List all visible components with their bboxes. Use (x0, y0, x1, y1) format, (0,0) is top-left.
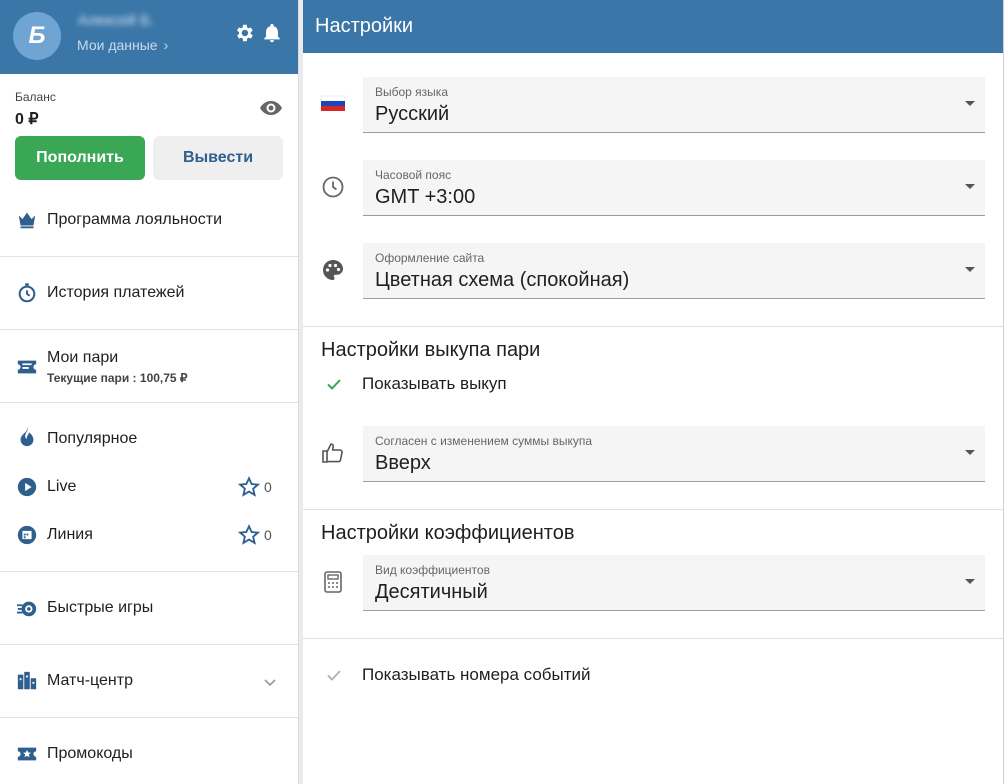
page-title: Настройки (315, 15, 414, 37)
show-cashout-toggle[interactable]: Показывать выкуп (303, 369, 1003, 399)
palette-icon (323, 260, 343, 280)
divider (303, 326, 1003, 327)
sidebar: Б Алексей Б. Мои данные › Баланс 0 ₽ Поп… (0, 0, 299, 784)
theme-label: Оформление сайта (375, 251, 485, 265)
settings-panel: Настройки Выбор языка Русский Часовой по… (303, 0, 1003, 784)
menu-item-fast-games[interactable]: Быстрые игры (0, 588, 298, 628)
dropdown-arrow-icon (965, 267, 975, 272)
odds-type-label: Вид коэффициентов (375, 563, 490, 577)
cashout-change-label: Согласен с изменением суммы выкупа (375, 434, 592, 448)
language-label: Выбор языка (375, 85, 448, 99)
chevron-down-icon[interactable] (262, 674, 278, 690)
stopwatch-icon (18, 283, 36, 303)
bell-icon[interactable] (261, 22, 283, 44)
odds-type-value: Десятичный (375, 581, 488, 603)
my-data-label: Мои данные (77, 37, 158, 53)
balance-value: 0 ₽ (15, 111, 39, 128)
line-favorites-count: 0 (264, 527, 272, 543)
divider (0, 256, 298, 257)
timezone-label: Часовой пояс (375, 168, 452, 182)
avatar[interactable]: Б (13, 12, 61, 60)
odds-section-title: Настройки коэффициентов (321, 522, 575, 544)
menu-item-promo[interactable]: Промокоды (0, 734, 298, 774)
cashout-change-value: Вверх (375, 452, 431, 474)
eye-icon[interactable] (259, 98, 283, 118)
language-select[interactable]: Выбор языка Русский (363, 77, 985, 133)
promo-ticket-icon (17, 747, 37, 761)
fast-games-icon (16, 601, 37, 617)
topup-button[interactable]: Пополнить (15, 136, 145, 180)
flame-icon (20, 426, 34, 447)
menu-label-payments: История платежей (47, 284, 185, 301)
timezone-select[interactable]: Часовой пояс GMT +3:00 (363, 160, 985, 216)
divider (303, 638, 1003, 639)
check-icon (327, 670, 341, 681)
cashout-section-title: Настройки выкупа пари (321, 339, 541, 361)
menu-label-line: Линия (47, 526, 93, 543)
withdraw-button[interactable]: Вывести (153, 136, 283, 180)
balance-label: Баланс (15, 90, 56, 104)
play-circle-icon (17, 477, 37, 497)
my-data-link[interactable]: Мои данные › (77, 37, 168, 53)
star-icon[interactable] (238, 476, 260, 498)
theme-select[interactable]: Оформление сайта Цветная схема (спокойна… (363, 243, 985, 299)
show-event-numbers-toggle[interactable]: Показывать номера событий (303, 660, 1003, 690)
timezone-value: GMT +3:00 (375, 186, 476, 208)
odds-type-select[interactable]: Вид коэффициентов Десятичный (363, 555, 985, 611)
gear-icon[interactable] (233, 22, 255, 44)
cashout-change-select[interactable]: Согласен с изменением суммы выкупа Вверх (363, 426, 985, 482)
divider (303, 509, 1003, 510)
divider (0, 717, 298, 718)
menu-label-fast-games: Быстрые игры (47, 599, 154, 616)
menu-item-popular[interactable]: Популярное (0, 419, 298, 459)
current-bets-amount: Текущие пари : 100,75 ₽ (47, 371, 188, 385)
menu-item-payments[interactable]: История платежей (0, 273, 298, 313)
chevron-right-icon: › (163, 37, 169, 53)
dropdown-arrow-icon (965, 450, 975, 455)
dropdown-arrow-icon (965, 101, 975, 106)
podium-icon (17, 671, 37, 690)
star-icon[interactable] (238, 524, 260, 546)
menu-label-popular: Популярное (47, 430, 138, 447)
settings-header: Настройки (303, 0, 1003, 53)
clock-icon (322, 176, 344, 198)
menu-label-match-center: Матч-центр (47, 672, 133, 689)
menu-item-match-center[interactable]: Матч-центр (0, 661, 298, 701)
show-event-numbers-label: Показывать номера событий (362, 665, 591, 684)
divider (0, 571, 298, 572)
russia-flag-icon (320, 95, 346, 111)
menu-label-promo: Промокоды (47, 745, 133, 762)
live-favorites-count: 0 (264, 479, 272, 495)
user-name: Алексей Б. (78, 12, 155, 29)
check-icon (327, 379, 341, 390)
menu-item-live[interactable]: Live 0 (0, 467, 298, 507)
menu-item-loyalty[interactable]: Программа лояльности (0, 200, 298, 240)
crown-icon (18, 212, 36, 229)
ticket-icon (17, 360, 37, 374)
divider (0, 402, 298, 403)
language-value: Русский (375, 103, 450, 125)
calendar-icon (17, 525, 37, 545)
sidebar-header: Б Алексей Б. Мои данные › (0, 0, 298, 74)
dropdown-arrow-icon (965, 184, 975, 189)
thumbs-up-icon (322, 443, 343, 463)
theme-value: Цветная схема (спокойная) (375, 269, 630, 291)
menu-label-live: Live (47, 478, 77, 495)
calculator-icon (324, 571, 342, 593)
menu-item-my-bets[interactable]: Мои пари Текущие пари : 100,75 ₽ (0, 344, 298, 392)
divider (0, 644, 298, 645)
menu-label-my-bets: Мои пари (47, 349, 119, 366)
show-cashout-label: Показывать выкуп (362, 374, 507, 393)
divider (0, 329, 298, 330)
dropdown-arrow-icon (965, 579, 975, 584)
menu-item-line[interactable]: Линия 0 (0, 515, 298, 555)
menu-label-loyalty: Программа лояльности (47, 211, 223, 228)
